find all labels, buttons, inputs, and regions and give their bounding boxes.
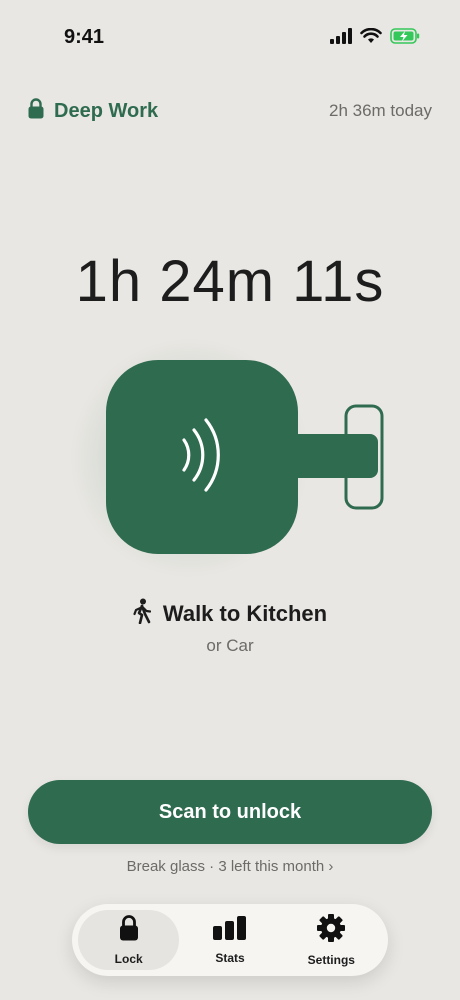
walking-icon — [133, 598, 151, 629]
tab-stats[interactable]: Stats — [179, 910, 280, 970]
lock-screen: 9:41 Deep Work 2h 36m today 1h 24m 11s W… — [0, 0, 460, 1000]
location-label: Walk to Kitchen — [162, 600, 328, 626]
scan-to-unlock-button[interactable]: Scan to unlock — [28, 780, 432, 844]
status-bar: 9:41 — [0, 0, 460, 76]
location: Walk to Kitchen — [0, 598, 460, 629]
mode-label: Deep Work — [54, 99, 159, 122]
gear-icon — [317, 913, 346, 947]
tab-label: Stats — [215, 950, 245, 965]
lock-icon — [28, 98, 44, 124]
lock-icon — [119, 914, 139, 946]
header: Deep Work 2h 36m today — [28, 96, 432, 126]
tab-label: Settings — [307, 952, 355, 967]
elapsed-timer: 1h 24m 11s — [75, 249, 385, 314]
location-alternative: or Car — [206, 636, 254, 655]
break-glass-link[interactable]: Break glass · 3 left this month › — [0, 858, 460, 875]
nfc-tag-illustration — [70, 338, 400, 578]
tab-bar: Lock Stats Settings — [72, 904, 388, 976]
mode-selector[interactable]: Deep Work — [28, 98, 158, 124]
tab-settings[interactable]: Settings — [281, 910, 382, 970]
today-total: 2h 36m today — [328, 101, 432, 120]
status-icons — [330, 27, 420, 49]
signal-icon — [330, 28, 352, 49]
tab-label: Lock — [114, 951, 143, 966]
status-time: 9:41 — [64, 26, 105, 48]
bar-chart-icon — [212, 915, 247, 945]
nfc-tag-icon — [106, 360, 384, 554]
tab-lock[interactable]: Lock — [78, 910, 180, 970]
battery-charging-icon — [390, 28, 420, 49]
wifi-icon — [360, 27, 382, 49]
